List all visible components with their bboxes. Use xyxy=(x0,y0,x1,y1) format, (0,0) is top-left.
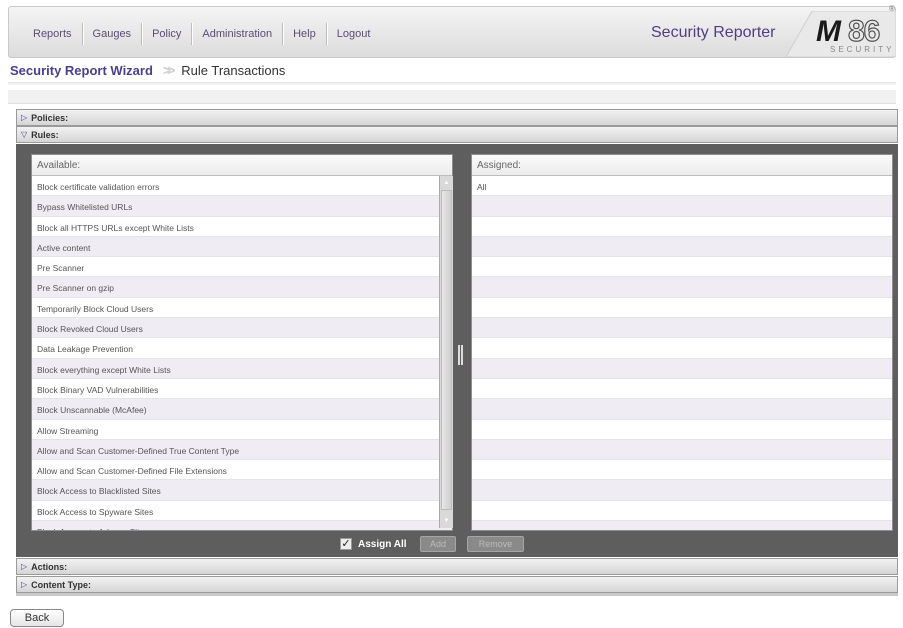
available-rule-item[interactable]: Block Revoked Cloud Users xyxy=(32,318,452,339)
assigned-rule-item[interactable] xyxy=(472,217,892,237)
remove-button[interactable]: Remove xyxy=(467,536,524,552)
breadcrumb-chevron-icon: >> xyxy=(162,62,176,78)
assigned-list[interactable]: Assigned: All xyxy=(471,154,893,531)
assigned-rule-item[interactable] xyxy=(472,318,892,339)
breadcrumb-divider xyxy=(8,82,896,85)
assigned-rule-item[interactable] xyxy=(472,196,892,217)
available-rule-item[interactable]: Allow Streaming xyxy=(32,420,452,440)
expand-arrow-icon: ▷ xyxy=(21,113,28,122)
nav-logout[interactable]: Logout xyxy=(327,24,381,44)
assigned-rule-item[interactable] xyxy=(472,257,892,278)
main-menu: Reports Gauges Policy Administration Hel… xyxy=(23,23,380,45)
panel-bottom-border xyxy=(16,593,898,596)
m86-security-logo: M 86 SECURITY xyxy=(786,11,896,57)
scroll-down-icon[interactable]: ▼ xyxy=(440,516,453,526)
available-list[interactable]: Available: Block certificate validation … xyxy=(31,154,453,531)
available-rule-item[interactable]: Bypass Whitelisted URLs xyxy=(32,196,452,217)
nav-administration[interactable]: Administration xyxy=(192,24,282,44)
assigned-rule-item[interactable]: All xyxy=(472,176,892,197)
checkmark-icon: ✓ xyxy=(341,538,351,550)
assigned-list-header: Assigned: xyxy=(472,155,892,176)
available-rule-item[interactable]: Block Binary VAD Vulnerabilities xyxy=(32,379,452,400)
assigned-rule-item[interactable] xyxy=(472,358,892,379)
available-rule-item[interactable]: Active content xyxy=(32,236,452,258)
available-rule-item[interactable]: Pre Scanner on gzip xyxy=(32,277,452,298)
section-policies[interactable]: ▷ Policies: xyxy=(16,109,898,126)
breadcrumb: Security Report Wizard >> Rule Transacti… xyxy=(10,62,285,78)
app-title: Security Reporter xyxy=(651,24,776,41)
available-rule-item[interactable]: Block Access to Blacklisted Sites xyxy=(32,480,452,501)
scroll-thumb[interactable] xyxy=(441,190,452,510)
assigned-rule-item[interactable] xyxy=(472,338,892,359)
nav-reports[interactable]: Reports xyxy=(23,24,82,44)
assign-all-control[interactable]: ✓ Assign All xyxy=(340,536,407,552)
assigned-rule-item[interactable] xyxy=(472,521,892,530)
available-rule-item[interactable]: Temporarily Block Cloud Users xyxy=(32,298,452,319)
section-rules-label: Rules: xyxy=(31,129,59,140)
section-actions[interactable]: ▷ Actions: xyxy=(16,558,898,575)
back-button[interactable]: Back xyxy=(10,609,64,627)
splitter-handle[interactable] xyxy=(458,345,463,365)
assigned-rule-item[interactable] xyxy=(472,501,892,522)
scroll-up-icon[interactable]: ▲ xyxy=(440,178,453,188)
assigned-rule-item[interactable] xyxy=(472,399,892,420)
available-rule-item[interactable]: Block certificate validation errors xyxy=(32,176,452,197)
available-rule-item[interactable]: Allow and Scan Customer-Defined File Ext… xyxy=(32,460,452,481)
assigned-rows: All xyxy=(472,176,892,530)
section-actions-label: Actions: xyxy=(31,561,68,572)
assigned-rule-item[interactable] xyxy=(472,439,892,461)
top-navigation-bar: Reports Gauges Policy Administration Hel… xyxy=(8,6,896,58)
logo-letter: M xyxy=(816,15,841,48)
assigned-rule-item[interactable] xyxy=(472,379,892,400)
available-rule-item[interactable]: Block Access to Adware Sites xyxy=(32,521,452,530)
assigned-rule-item[interactable] xyxy=(472,460,892,481)
available-rule-item[interactable]: Block all HTTPS URLs except White Lists xyxy=(32,217,452,237)
section-content-type-label: Content Type: xyxy=(31,579,91,590)
assigned-rule-item[interactable] xyxy=(472,236,892,258)
assign-all-label[interactable]: Assign All xyxy=(358,539,407,550)
section-policies-label: Policies: xyxy=(31,112,69,123)
breadcrumb-wizard[interactable]: Security Report Wizard xyxy=(10,63,153,78)
available-rule-item[interactable]: Data Leakage Prevention xyxy=(32,338,452,359)
assigned-rule-item[interactable] xyxy=(472,420,892,440)
logo-subtitle: SECURITY xyxy=(830,45,895,54)
available-rule-item[interactable]: Block Unscannable (McAfee) xyxy=(32,399,452,420)
section-rules[interactable]: ▽ Rules: xyxy=(16,126,898,143)
available-rule-item[interactable]: Block Access to Spyware Sites xyxy=(32,501,452,522)
nav-gauges[interactable]: Gauges xyxy=(83,24,142,44)
available-rule-item[interactable]: Allow and Scan Customer-Defined True Con… xyxy=(32,439,452,461)
collapse-arrow-icon: ▽ xyxy=(21,130,28,139)
expand-arrow-icon: ▷ xyxy=(21,562,28,571)
nav-policy[interactable]: Policy xyxy=(142,24,191,44)
assigned-rule-item[interactable] xyxy=(472,298,892,319)
assigned-rule-item[interactable] xyxy=(472,480,892,501)
available-list-header: Available: xyxy=(32,155,452,176)
logo-number: 86 xyxy=(847,14,881,48)
available-rows: Block certificate validation errors Bypas… xyxy=(32,176,452,530)
add-button[interactable]: Add xyxy=(420,536,456,552)
breadcrumb-current-step: Rule Transactions xyxy=(181,62,286,78)
available-rule-item[interactable]: Pre Scanner xyxy=(32,257,452,278)
assign-all-checkbox[interactable]: ✓ xyxy=(340,538,352,550)
assigned-rule-item[interactable] xyxy=(472,277,892,298)
available-scrollbar[interactable]: ▲ ▼ xyxy=(439,176,453,528)
nav-help[interactable]: Help xyxy=(283,24,326,44)
available-rule-item[interactable]: Block everything except White Lists xyxy=(32,358,452,379)
section-content-type[interactable]: ▷ Content Type: xyxy=(16,576,898,593)
registered-mark: ® xyxy=(889,4,895,13)
toolbar-strip xyxy=(8,90,896,104)
expand-arrow-icon: ▷ xyxy=(21,580,28,589)
